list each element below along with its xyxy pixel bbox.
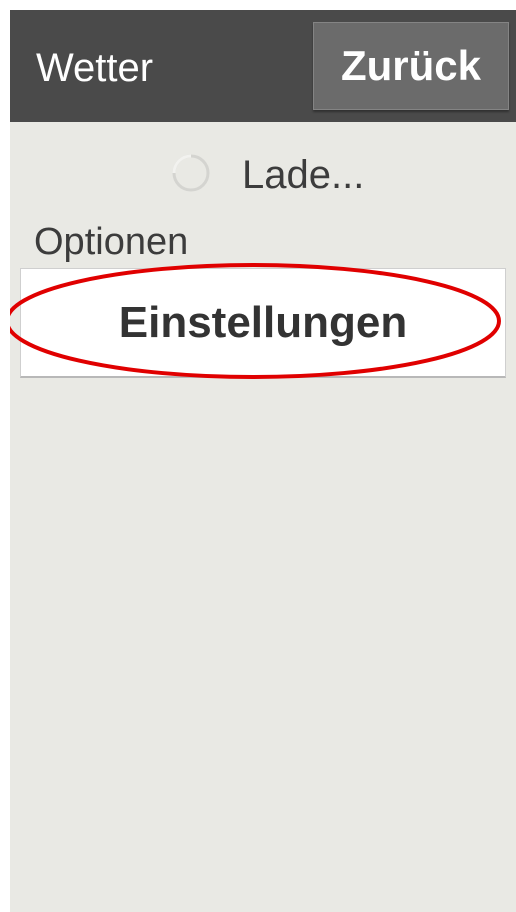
options-section-label: Optionen xyxy=(34,221,189,263)
back-button[interactable]: Zurück xyxy=(313,22,509,110)
settings-button-label: Einstellungen xyxy=(118,297,408,347)
settings-button[interactable]: Einstellungen xyxy=(20,268,506,378)
loading-indicator: Lade... xyxy=(10,142,516,206)
app-title: Wetter xyxy=(36,46,154,90)
action-bar: Wetter Zurück xyxy=(10,10,516,122)
app-screen: Wetter Zurück Lade... Optionen Einstellu… xyxy=(10,10,516,912)
spinner-icon xyxy=(172,154,210,192)
loading-text: Lade... xyxy=(242,153,365,197)
